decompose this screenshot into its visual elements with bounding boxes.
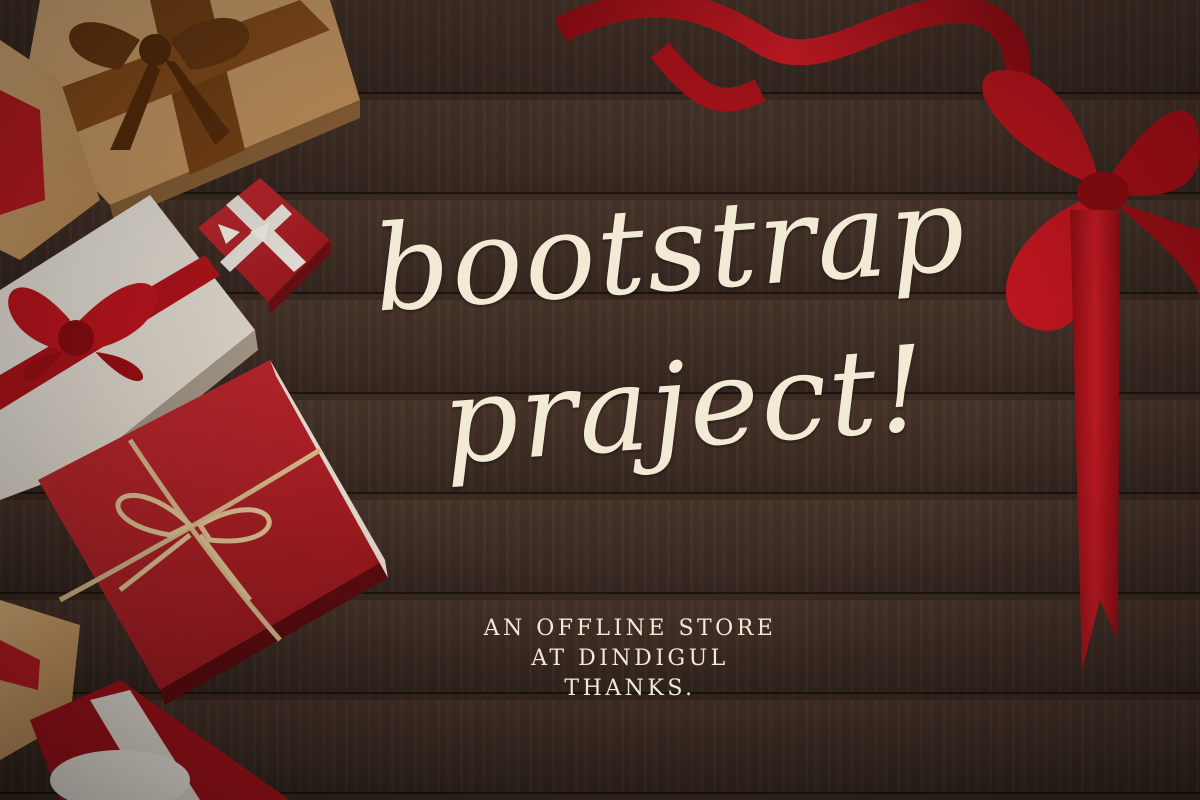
poster-canvas: bootstrap praject! AN OFFLINE STORE AT D… — [0, 0, 1200, 800]
title-line-2: praject! — [437, 319, 933, 491]
poster-title: bootstrap praject! — [369, 159, 980, 490]
poster-subtitle: AN OFFLINE STORE AT DINDIGUL THANKS. — [480, 614, 780, 704]
subtitle-line-1: AN OFFLINE STORE — [483, 616, 777, 641]
subtitle-line-2: AT DINDIGUL — [531, 646, 729, 671]
title-line-1: bootstrap — [369, 159, 971, 339]
subtitle-line-3: THANKS. — [564, 676, 696, 701]
